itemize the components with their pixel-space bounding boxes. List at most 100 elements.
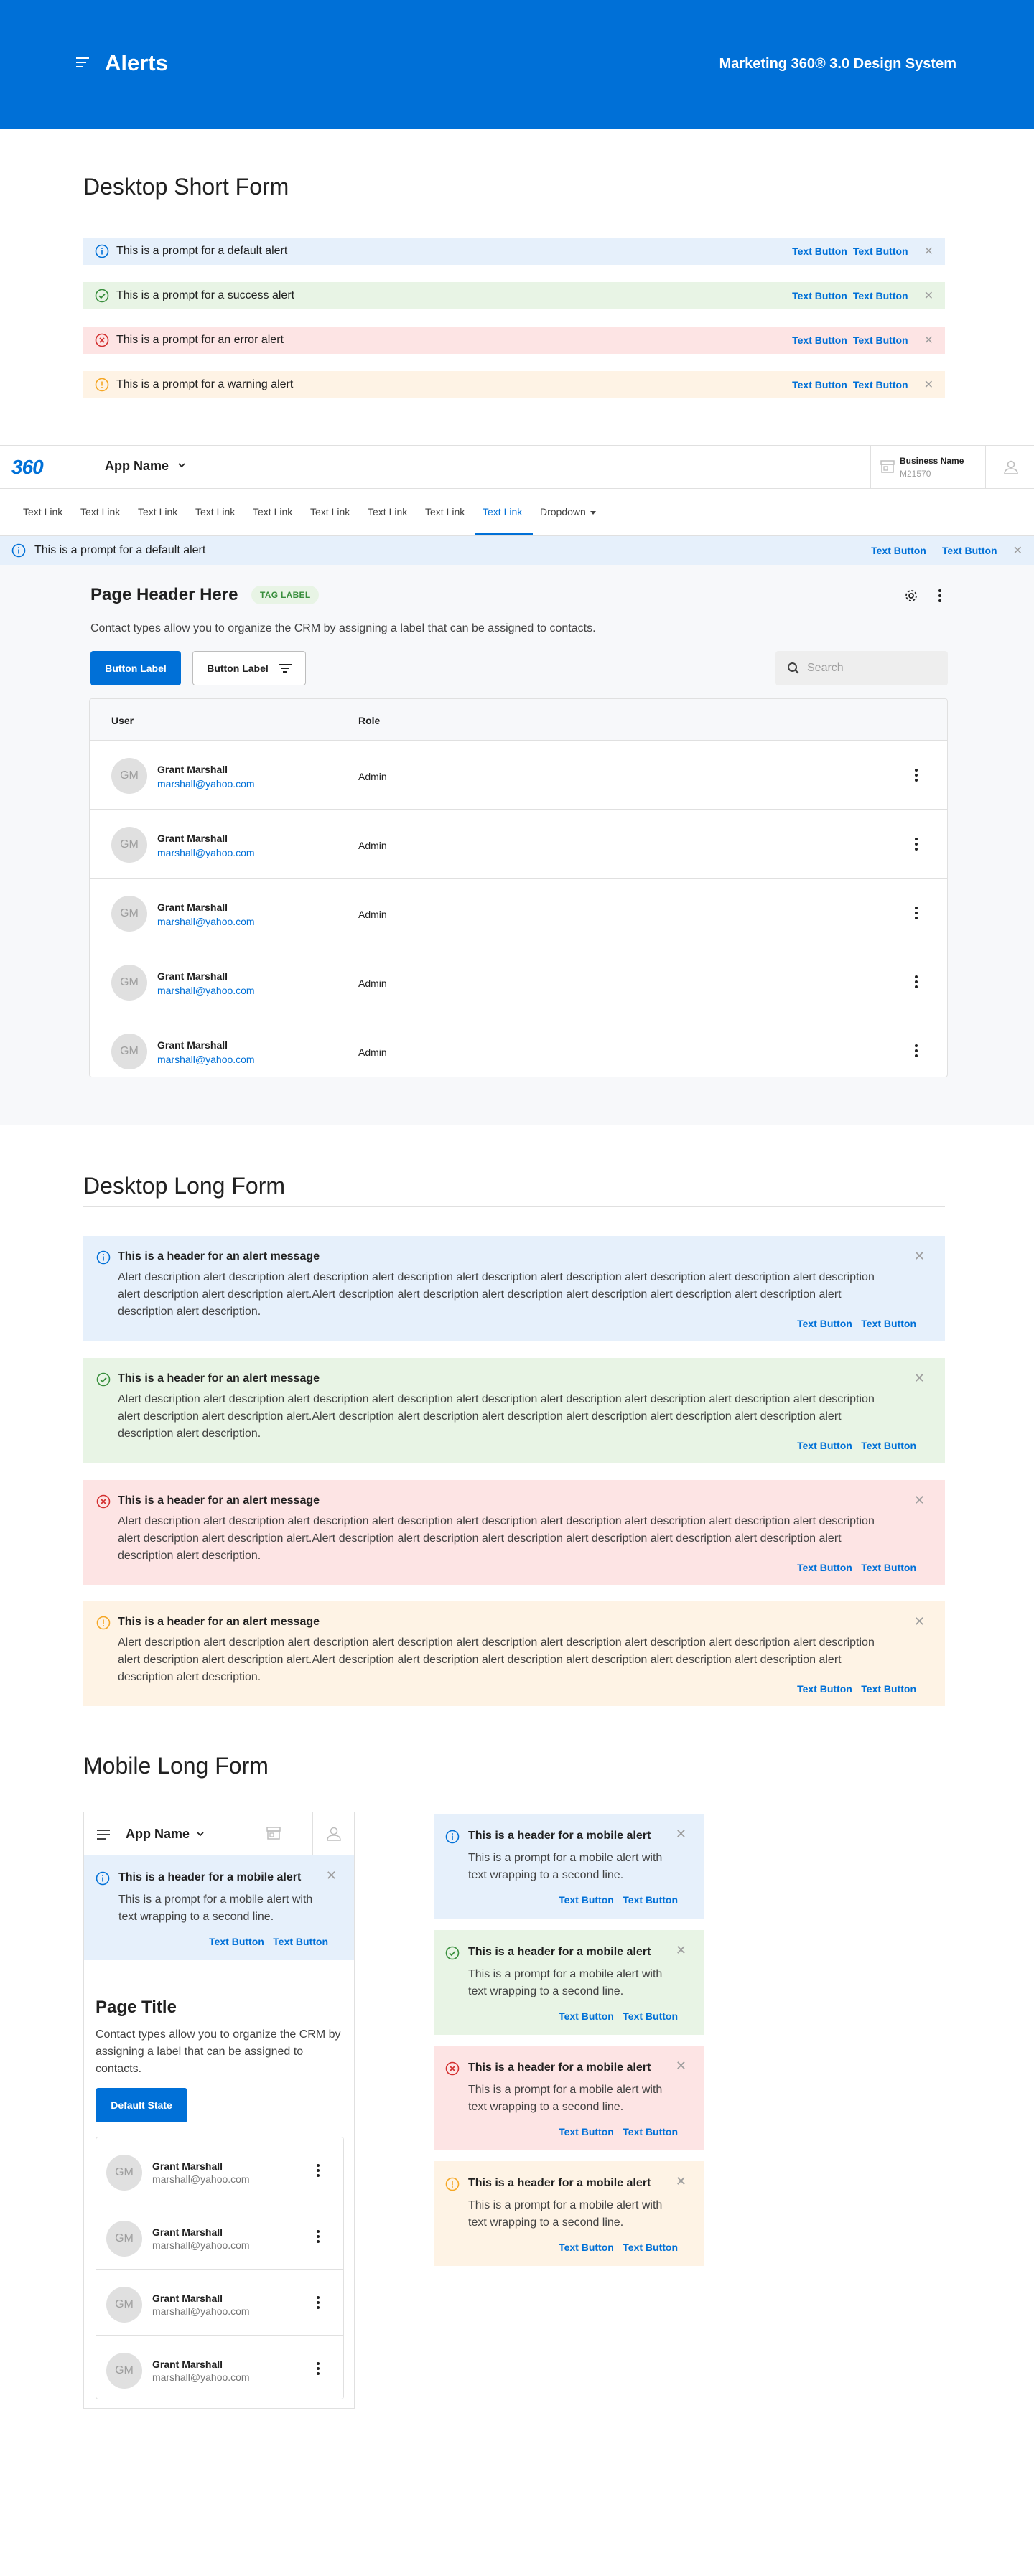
menu-icon[interactable] [97,1830,110,1842]
alert-text-button[interactable]: Text Button [871,545,926,556]
chevron-down-icon[interactable] [178,462,185,469]
more-vertical-icon[interactable] [316,2229,320,2244]
alert-text-button[interactable]: Text Button [209,1936,264,1947]
user-email: marshall@yahoo.com [152,2371,250,2383]
nav-link-active[interactable]: Text Link [483,506,522,517]
close-icon[interactable]: ✕ [1013,543,1023,558]
alert-text-button[interactable]: Text Button [792,245,847,257]
list-item[interactable]: GM Grant Marshall marshall@yahoo.com [96,2336,343,2399]
primary-button[interactable]: Button Label [90,651,181,685]
search-input[interactable] [807,662,929,675]
alert-text-button[interactable]: Text Button [559,2242,614,2253]
alert-text-button[interactable]: Text Button [559,1894,614,1906]
list-item[interactable]: GM Grant Marshall marshall@yahoo.com [96,2203,343,2270]
alert-text-button[interactable]: Text Button [559,2010,614,2022]
close-icon[interactable]: ✕ [924,244,933,258]
table-row[interactable]: GM Grant Marshall marshall@yahoo.com Adm… [90,879,947,947]
alert-text-button[interactable]: Text Button [861,1683,916,1695]
alert-text-button[interactable]: Text Button [853,334,908,346]
column-header-role[interactable]: Role [358,715,380,726]
alert-text-button[interactable]: Text Button [853,379,908,390]
nav-link[interactable]: Text Link [23,506,62,517]
close-icon[interactable]: ✕ [914,1493,925,1508]
search-field[interactable] [776,651,948,685]
alert-text-button[interactable]: Text Button [853,245,908,257]
section-divider [83,1206,945,1207]
filter-button[interactable]: Button Label [192,651,306,685]
alert-text-button[interactable]: Text Button [559,2126,614,2137]
alert-text-button[interactable]: Text Button [797,1562,852,1573]
alert-text-button[interactable]: Text Button [942,545,997,556]
user-menu[interactable] [985,446,1034,488]
more-vertical-icon[interactable] [316,2163,320,2178]
close-icon[interactable]: ✕ [676,2174,686,2189]
list-item[interactable]: GM Grant Marshall marshall@yahoo.com [96,2270,343,2336]
alert-text-button[interactable]: Text Button [792,290,847,301]
nav-link[interactable]: Text Link [310,506,350,517]
check-circle-icon [445,1946,460,1960]
nav-dropdown[interactable]: Dropdown [540,506,596,517]
nav-link[interactable]: Text Link [138,506,177,517]
close-icon[interactable]: ✕ [676,2059,686,2074]
user-email[interactable]: marshall@yahoo.com [157,847,255,858]
alert-text-button[interactable]: Text Button [797,1440,852,1451]
more-vertical-icon[interactable] [914,1044,918,1058]
alert-text-button[interactable]: Text Button [861,1562,916,1573]
table-row[interactable]: GM Grant Marshall marshall@yahoo.com Adm… [90,1016,947,1077]
alert-text-button[interactable]: Text Button [861,1318,916,1329]
more-vertical-icon[interactable] [914,975,918,989]
alert-text-button[interactable]: Text Button [623,2126,678,2137]
close-icon[interactable]: ✕ [914,1249,925,1264]
more-vertical-icon[interactable] [316,2361,320,2376]
default-state-button[interactable]: Default State [96,2088,187,2122]
user-email[interactable]: marshall@yahoo.com [157,916,255,927]
close-icon[interactable]: ✕ [924,333,933,347]
more-vertical-icon[interactable] [316,2295,320,2310]
store-icon[interactable] [265,1825,282,1841]
close-icon[interactable]: ✕ [924,289,933,303]
nav-link[interactable]: Text Link [425,506,465,517]
close-icon[interactable]: ✕ [914,1614,925,1629]
alert-text-button[interactable]: Text Button [623,2010,678,2022]
user-email[interactable]: marshall@yahoo.com [157,778,255,790]
gear-icon[interactable] [903,588,919,604]
table-row[interactable]: GM Grant Marshall marshall@yahoo.com Adm… [90,947,947,1016]
column-header-user[interactable]: User [111,715,134,726]
user-email[interactable]: marshall@yahoo.com [157,1054,255,1065]
more-vertical-icon[interactable] [938,588,942,604]
mobile-alert-info: This is a header for a mobile alert This… [84,1855,354,1960]
alert-text-button[interactable]: Text Button [623,2242,678,2253]
nav-link[interactable]: Text Link [80,506,120,517]
menu-icon[interactable] [76,57,89,67]
alert-text-button[interactable]: Text Button [792,334,847,346]
user-menu[interactable] [312,1812,354,1855]
app-name[interactable]: App Name [105,459,169,474]
close-icon[interactable]: ✕ [676,1827,686,1842]
alert-text-button[interactable]: Text Button [623,1894,678,1906]
alert-text-button[interactable]: Text Button [797,1318,852,1329]
more-vertical-icon[interactable] [914,837,918,851]
alert-text-button[interactable]: Text Button [797,1683,852,1695]
alert-text-button[interactable]: Text Button [792,379,847,390]
user-email[interactable]: marshall@yahoo.com [157,985,255,996]
table-row[interactable]: GM Grant Marshall marshall@yahoo.com Adm… [90,810,947,879]
chevron-down-icon[interactable] [196,1830,205,1837]
nav-link[interactable]: Text Link [368,506,407,517]
more-vertical-icon[interactable] [914,768,918,782]
close-icon[interactable]: ✕ [676,1943,686,1958]
list-item[interactable]: GM Grant Marshall marshall@yahoo.com [96,2137,343,2203]
close-icon[interactable]: ✕ [924,378,933,392]
alert-description: This is a prompt for a mobile alert with… [468,1852,663,1881]
nav-link[interactable]: Text Link [195,506,235,517]
close-icon[interactable]: ✕ [914,1371,925,1386]
more-vertical-icon[interactable] [914,906,918,920]
alert-text-button[interactable]: Text Button [861,1440,916,1451]
app-logo[interactable]: 360 [11,456,44,479]
business-switcher[interactable]: Business Name M21570 [870,446,985,488]
close-icon[interactable]: ✕ [326,1868,337,1883]
table-row[interactable]: GM Grant Marshall marshall@yahoo.com Adm… [90,741,947,810]
alert-text-button[interactable]: Text Button [853,290,908,301]
alert-text-button[interactable]: Text Button [273,1936,328,1947]
nav-link[interactable]: Text Link [253,506,292,517]
app-name[interactable]: App Name [126,1827,190,1842]
